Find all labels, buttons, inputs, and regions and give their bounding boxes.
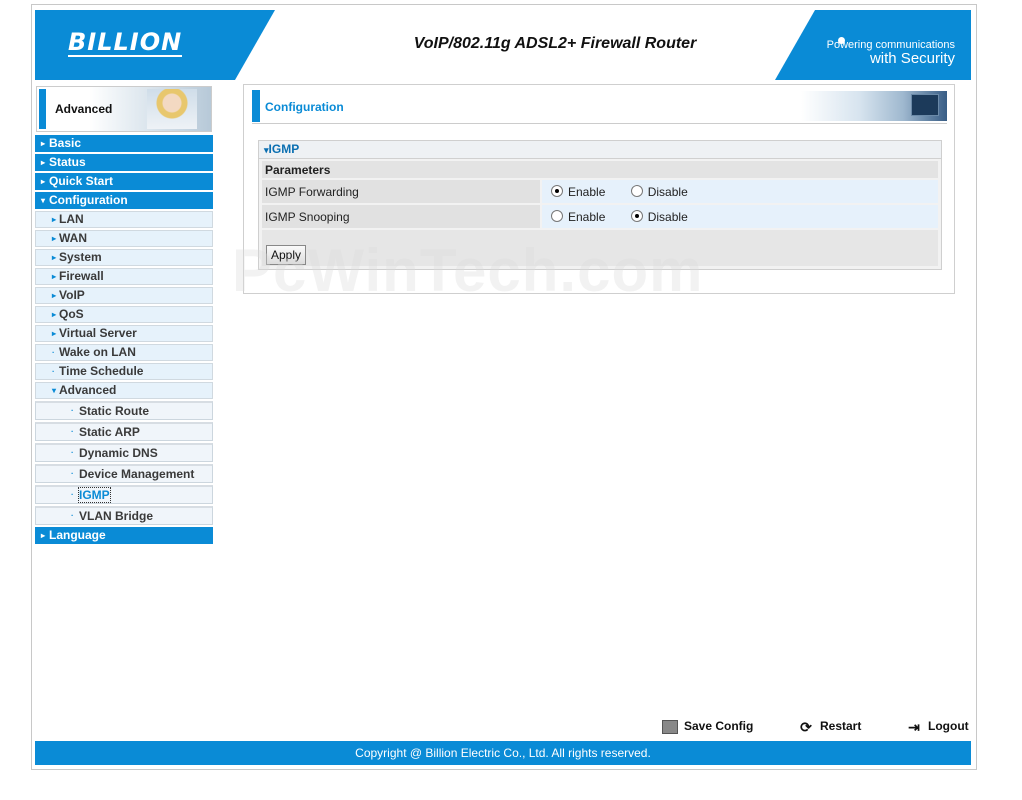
header-banner: BILLION VoIP/802.11g ADSL2+ Firewall Rou… <box>35 10 971 80</box>
nav-time-schedule[interactable]: · Time Schedule <box>35 363 213 380</box>
nav-voip[interactable]: ▸ VoIP <box>35 287 213 304</box>
nav-lan[interactable]: ▸ LAN <box>35 211 213 228</box>
footer-copyright: Copyright @ Billion Electric Co., Ltd. A… <box>35 741 971 765</box>
igmp-params-table: Parameters IGMP Forwarding Enable Disabl… <box>260 159 940 230</box>
nav-virtual-server[interactable]: ▸ Virtual Server <box>35 325 213 342</box>
nav-advanced[interactable]: ▾ Advanced <box>35 382 213 399</box>
logout-icon: ⇥ <box>908 718 920 735</box>
nav-vlan-bridge[interactable]: · VLAN Bridge <box>35 506 213 525</box>
advanced-section-header: Advanced <box>36 86 212 132</box>
watermark: PcWinTech.com <box>232 237 704 304</box>
sidebar-nav: ▸ Basic ▸ Status ▸ Quick Start ▾ Configurati… <box>35 135 213 546</box>
igmp-snooping-label: IGMP Snooping <box>262 205 540 228</box>
nav-wan[interactable]: ▸ WAN <box>35 230 213 247</box>
nav-status[interactable]: ▸ Status <box>35 154 213 171</box>
billion-logo: BILLION <box>68 28 183 57</box>
table-row: IGMP Snooping Enable Disable <box>262 205 938 228</box>
nav-wake-on-lan[interactable]: · Wake on LAN <box>35 344 213 361</box>
save-config-button[interactable]: Save Config <box>662 719 753 734</box>
nav-firewall[interactable]: ▸ Firewall <box>35 268 213 285</box>
page-title: Configuration <box>265 100 344 114</box>
nav-basic[interactable]: ▸ Basic <box>35 135 213 152</box>
banner-photo <box>147 89 197 129</box>
nav-configuration[interactable]: ▾ Configuration <box>35 192 213 209</box>
igmp-forwarding-enable-radio[interactable]: Enable <box>551 184 605 199</box>
params-header: Parameters <box>262 161 938 178</box>
nav-device-management[interactable]: · Device Management <box>35 464 213 483</box>
nav-quick-start[interactable]: ▸ Quick Start <box>35 173 213 190</box>
igmp-snooping-enable-radio[interactable]: Enable <box>551 209 605 224</box>
nav-dynamic-dns[interactable]: · Dynamic DNS <box>35 443 213 462</box>
header-image <box>801 91 947 121</box>
nav-static-arp[interactable]: · Static ARP <box>35 422 213 441</box>
nav-igmp[interactable]: · IGMP <box>35 485 213 504</box>
restart-button[interactable]: ⟳ Restart <box>798 719 861 734</box>
restart-icon: ⟳ <box>800 718 812 735</box>
nav-system[interactable]: ▸ System <box>35 249 213 266</box>
router-title: VoIP/802.11g ADSL2+ Firewall Router <box>413 35 697 52</box>
save-icon <box>662 719 678 734</box>
nav-language[interactable]: ▸ Language <box>35 527 213 544</box>
igmp-panel-title: ▾IGMP <box>259 141 941 159</box>
logout-button[interactable]: ⇥ Logout <box>906 719 969 734</box>
section-label: Advanced <box>55 102 113 116</box>
igmp-forwarding-label: IGMP Forwarding <box>262 180 540 203</box>
nav-static-route[interactable]: · Static Route <box>35 401 213 420</box>
igmp-snooping-disable-radio[interactable]: Disable <box>630 209 688 224</box>
page-header: Configuration <box>252 90 947 124</box>
tagline: Powering communications with Security <box>826 39 955 67</box>
nav-qos[interactable]: ▸ QoS <box>35 306 213 323</box>
igmp-forwarding-disable-radio[interactable]: Disable <box>630 184 688 199</box>
table-row: IGMP Forwarding Enable Disable <box>262 180 938 203</box>
